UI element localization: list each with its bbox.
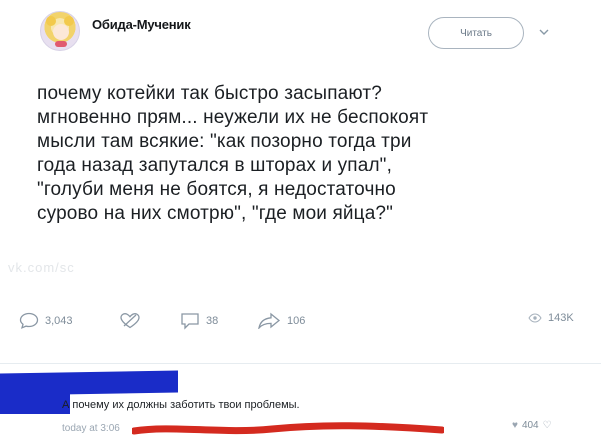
tweet-line: мгновенно прям... неужели их не беспокоя… <box>37 107 429 128</box>
comment-like-count: 404 <box>521 420 539 431</box>
tweet-line: "голуби меня не боятся, я недостаточно <box>37 179 396 200</box>
comment-date: today at 3:06 <box>62 423 120 434</box>
follow-button[interactable]: Читать <box>428 17 524 49</box>
avatar-bow <box>55 41 67 47</box>
chevron-down-icon[interactable] <box>539 25 549 39</box>
share-count: 106 <box>287 314 306 327</box>
avatar[interactable] <box>40 11 80 51</box>
heart-icon <box>119 312 141 329</box>
tweet-line: почему котейки так быстро засыпают? <box>37 83 382 104</box>
comment-text: А почему их должны заботить твои проблем… <box>62 399 300 411</box>
heart-icon: ♥ <box>512 420 518 431</box>
reply-count: 3,043 <box>45 314 73 327</box>
tweet-actions: 3,043 38 106 143K <box>0 312 601 336</box>
heart-outline-icon: ♡ <box>542 420 552 431</box>
tweet-line: мысли там всякие: "как позорно тогда три <box>37 131 412 152</box>
display-name[interactable]: Обида-Мученик <box>92 17 191 32</box>
comment-count: 38 <box>206 315 219 327</box>
watermark: vk.com/sc <box>8 260 75 275</box>
avatar-face <box>53 24 69 40</box>
reply-action[interactable]: 3,043 <box>19 312 73 329</box>
divider <box>0 363 601 364</box>
views-indicator: 143K <box>528 312 574 324</box>
redaction-block <box>0 390 70 414</box>
speech-bubble-icon <box>19 312 39 329</box>
like-action[interactable] <box>119 312 141 329</box>
tweet-line: сурово на них смотрю", "где мои яйца?" <box>37 203 394 224</box>
avatar-hair-bun-left <box>46 16 56 26</box>
eye-icon <box>528 313 542 323</box>
comment-box-icon <box>180 312 200 330</box>
tweet-line: года назад запутался в шторах и упал", <box>37 155 393 176</box>
share-arrow-icon <box>257 312 281 329</box>
tweet-text: почему котейки так быстро засыпают? мгно… <box>37 82 567 226</box>
red-scribble <box>132 422 444 435</box>
views-count: 143K <box>548 312 574 324</box>
comment-like-action[interactable]: ♥ 404 ♡ <box>512 420 552 431</box>
share-action[interactable]: 106 <box>257 312 305 329</box>
comment-action[interactable]: 38 <box>180 312 218 330</box>
